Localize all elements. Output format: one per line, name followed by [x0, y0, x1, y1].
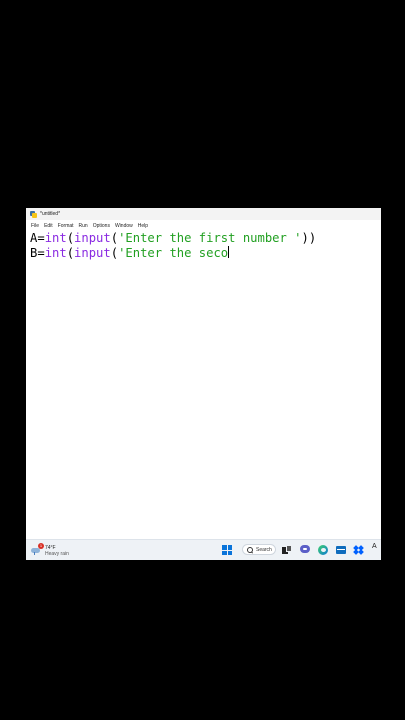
edge-icon[interactable]	[318, 545, 328, 555]
menu-window[interactable]: Window	[115, 223, 133, 229]
code-token: A=	[30, 231, 45, 245]
code-token: input	[74, 245, 111, 260]
window-title: *untitled*	[40, 211, 61, 217]
dropbox-icon[interactable]	[353, 545, 364, 555]
code-editor[interactable]: A=int(input('Enter the first number ')) …	[30, 231, 381, 543]
code-token: (	[110, 245, 119, 260]
text-caret	[228, 245, 230, 258]
search-label: Search	[256, 546, 272, 553]
title-bar: *untitled*	[26, 208, 381, 220]
code-token: B=	[30, 245, 45, 260]
notification-badge: 1	[38, 543, 44, 549]
screen: *untitled* File Edit Format Run Options …	[26, 208, 381, 560]
start-icon[interactable]	[222, 545, 232, 555]
font-icon[interactable]: A	[372, 543, 381, 553]
code-token: ))	[301, 231, 317, 245]
code-line-2: B=int(input('Enter the seco	[30, 245, 381, 261]
menu-format[interactable]: Format	[58, 223, 74, 229]
menu-edit[interactable]: Edit	[44, 223, 53, 229]
menu-bar: File Edit Format Run Options Window Help	[26, 221, 381, 230]
taskbar-search[interactable]: Search	[242, 544, 276, 555]
idle-app-icon	[30, 210, 37, 218]
menu-run[interactable]: Run	[79, 223, 88, 229]
menu-file[interactable]: File	[31, 223, 39, 229]
code-token: input	[74, 231, 111, 245]
code-token: int	[44, 245, 67, 260]
code-string: 'Enter the seco	[118, 245, 229, 260]
code-token: int	[44, 231, 67, 245]
chat-icon[interactable]	[300, 545, 310, 555]
code-string: 'Enter the first number '	[118, 231, 302, 245]
task-view-icon[interactable]	[282, 545, 292, 555]
menu-options[interactable]: Options	[93, 223, 110, 229]
mail-icon[interactable]	[336, 545, 346, 555]
taskbar: 1 74°F Heavy rain Search A	[26, 539, 381, 560]
code-token: (	[110, 231, 119, 245]
code-line-1: A=int(input('Enter the first number '))	[30, 231, 381, 246]
search-icon	[247, 546, 253, 553]
weather-description: Heavy rain	[45, 551, 69, 557]
code-token: (	[66, 245, 75, 260]
code-token: (	[66, 231, 75, 245]
menu-help[interactable]: Help	[138, 223, 148, 229]
